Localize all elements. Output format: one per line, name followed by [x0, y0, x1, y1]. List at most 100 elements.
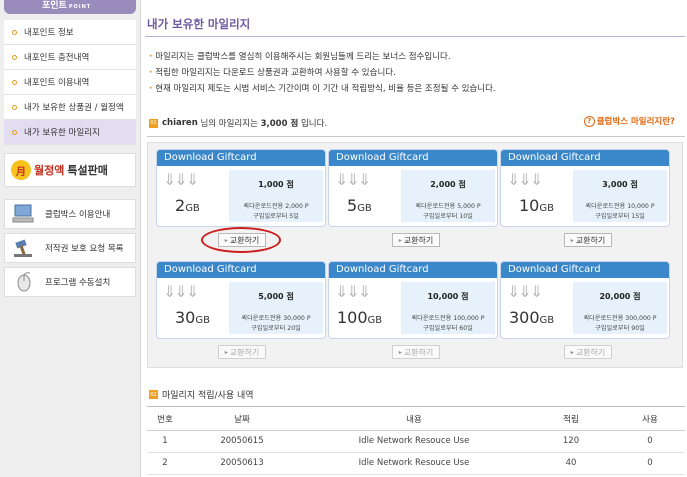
giftcard-points: 1,000 점	[258, 180, 294, 189]
giftcard-desc: 퀵다운로드전용 300,000 P	[583, 315, 657, 322]
sidebar-item-giftcards[interactable]: 내가 보유한 상품권 / 월정액	[4, 95, 136, 120]
exchange-button-30gb[interactable]: 교환하기	[218, 345, 266, 359]
download-arrows-icon: ⇓⇓⇓	[163, 170, 199, 189]
sidebar-item-usage-history[interactable]: 내포인트 이용내역	[4, 70, 136, 95]
size-number: 10	[519, 196, 540, 215]
giftcard-size: 10GB	[519, 196, 554, 215]
giftcard-validity: 구입일로부터 10일	[423, 213, 473, 220]
col-content: 내용	[301, 408, 527, 431]
mileage-help-link[interactable]: ? 클럽박스 마일리지란?	[583, 115, 675, 127]
giftcard-title: Download Giftcard	[501, 262, 669, 278]
exchange-button-10gb[interactable]: 교환하기	[564, 233, 612, 247]
giftcard-2gb: Download Giftcard ⇓⇓⇓ 2GB 1,000 점 퀵다운로드전…	[156, 149, 326, 227]
sidebar-item-charge-history[interactable]: 내포인트 충전내역	[4, 45, 136, 70]
cell-date: 20050615	[183, 430, 301, 453]
sidebar-item-label: 내포인트 이용내역	[24, 78, 90, 88]
notes-list: 마일리지는 클럽박스를 열심히 이용해주시는 회원님들께 드리는 보너스 점수입…	[149, 49, 496, 97]
col-date: 날짜	[183, 408, 301, 431]
table-row: 1 20050615 Idle Network Resouce Use 120 …	[147, 430, 685, 453]
service-label: 프로그램 수동설치	[45, 278, 111, 288]
title-divider	[145, 36, 685, 37]
giftcard-desc: 퀵다운로드전용 2,000 P	[243, 203, 309, 210]
exchange-button-100gb[interactable]: 교환하기	[392, 345, 440, 359]
cell-no: 1	[147, 430, 183, 453]
giftcard-size: 300GB	[509, 308, 554, 327]
giftcard-info: 5,000 점 퀵다운로드전용 30,000 P 구입일로부터 20일	[229, 282, 323, 334]
giftcard-desc: 퀵다운로드전용 100,000 P	[411, 315, 485, 322]
giftcard-points: 10,000 점	[427, 292, 469, 301]
cell-used: 0	[615, 452, 685, 475]
mileage-text: 님의 마일리지는	[200, 119, 258, 129]
col-no: 번호	[147, 408, 183, 431]
sidebar-item-point-info[interactable]: 내포인트 정보	[4, 20, 136, 45]
giftcard-30gb: Download Giftcard ⇓⇓⇓ 30GB 5,000 점 퀵다운로드…	[156, 261, 326, 339]
size-number: 2	[175, 196, 186, 215]
history-title-text: 마일리지 적립/사용 내역	[162, 391, 254, 401]
col-used: 사용	[615, 408, 685, 431]
sidebar-item-label: 내가 보유한 마일리지	[24, 128, 100, 138]
manual-install-link[interactable]: 프로그램 수동설치	[4, 267, 136, 297]
giftcard-title: Download Giftcard	[329, 150, 497, 166]
giftcard-info: 2,000 점 퀵다운로드전용 5,000 P 구입일로부터 10일	[401, 170, 495, 222]
size-unit: GB	[357, 203, 372, 214]
giftcard-points: 5,000 점	[258, 292, 294, 301]
size-number: 5	[347, 196, 358, 215]
exchange-button-300gb[interactable]: 교환하기	[564, 345, 612, 359]
giftcard-title: Download Giftcard	[157, 150, 325, 166]
mouse-icon	[11, 271, 37, 293]
size-unit: GB	[539, 203, 554, 214]
sidebar: 포인트 POINT 내포인트 정보 내포인트 충전내역 내포인트 이용내역 내가 …	[0, 0, 141, 477]
giftcard-10gb: Download Giftcard ⇓⇓⇓ 10GB 3,000 점 퀵다운로드…	[500, 149, 670, 227]
size-number: 300	[509, 308, 540, 327]
cell-earned: 120	[527, 430, 615, 453]
note-item: 마일리지는 클럽박스를 열심히 이용해주시는 회원님들께 드리는 보너스 점수입…	[149, 49, 496, 65]
page-title: 내가 보유한 마일리지	[147, 17, 251, 31]
giftcard-300gb: Download Giftcard ⇓⇓⇓ 300GB 20,000 점 퀵다운…	[500, 261, 670, 339]
giftcard-size: 5GB	[347, 196, 372, 215]
download-arrows-icon: ⇓⇓⇓	[507, 282, 543, 301]
giftcard-title: Download Giftcard	[501, 150, 669, 166]
giftcard-validity: 구입일로부터 90일	[595, 325, 645, 332]
help-label: 클럽박스 마일리지란?	[596, 117, 675, 127]
giftcard-info: 10,000 점 퀵다운로드전용 100,000 P 구입일로부터 60일	[401, 282, 495, 334]
cell-content: Idle Network Resouce Use	[301, 452, 527, 475]
giftcard-validity: 구입일로부터 20일	[251, 325, 301, 332]
giftcard-grid: Download Giftcard ⇓⇓⇓ 2 GB 1,000 점 퀵다운로드전…	[147, 142, 683, 368]
mileage-text-end: 입니다.	[300, 119, 328, 129]
download-arrows-icon: ⇓⇓⇓	[335, 282, 371, 301]
cell-content: Idle Network Resouce Use	[301, 430, 527, 453]
copyright-request-link[interactable]: 저작권 보호 요청 목록	[4, 233, 136, 263]
size-number: 100	[337, 308, 368, 327]
sidebar-item-label: 내포인트 충전내역	[24, 53, 90, 63]
section-number-icon: 01	[149, 118, 158, 128]
monthly-promo-banner[interactable]: 月 월정액 특설판매	[4, 153, 136, 187]
sidebar-item-mileage[interactable]: 내가 보유한 마일리지	[4, 120, 136, 145]
section-number-icon: 02	[149, 390, 158, 399]
col-earned: 적립	[527, 408, 615, 431]
red-highlight-circle	[201, 227, 281, 253]
history-title: 02 마일리지 적립/사용 내역	[149, 388, 254, 401]
giftcard-validity: 구입일로부터 5일	[253, 213, 299, 220]
bullet-icon	[12, 29, 17, 35]
gavel-icon	[11, 237, 37, 259]
username: chiaren	[162, 118, 198, 128]
size-unit: GB	[195, 315, 210, 326]
note-item: 적립한 마일리지는 다운로드 상품권과 교환하여 사용할 수 있습니다.	[149, 65, 496, 81]
cell-no: 2	[147, 452, 183, 475]
history-table: 번호 날짜 내용 적립 사용 1 20050615 Idle Network R…	[147, 408, 685, 475]
sidebar-item-label: 내포인트 정보	[24, 28, 74, 38]
size-unit: GB	[539, 315, 555, 326]
exchange-button-5gb[interactable]: 교환하기	[392, 233, 440, 247]
giftcard-5gb: Download Giftcard ⇓⇓⇓ 5GB 2,000 점 퀵다운로드전…	[328, 149, 498, 227]
promo-text-sale: 특설판매	[67, 164, 108, 177]
giftcard-title: Download Giftcard	[157, 262, 325, 278]
giftcard-validity: 구입일로부터 15일	[595, 213, 645, 220]
giftcard-points: 3,000 점	[602, 180, 638, 189]
giftcard-points: 20,000 점	[599, 292, 641, 301]
bullet-icon	[12, 104, 17, 110]
cell-used: 0	[615, 430, 685, 453]
giftcard-info: 1,000 점 퀵다운로드전용 2,000 P 구입일로부터 5일	[229, 170, 323, 222]
service-guide-link[interactable]: 클럽박스 이용안내	[4, 199, 136, 229]
sidebar-header-sub: POINT	[68, 4, 92, 10]
size-unit: GB	[367, 315, 383, 326]
